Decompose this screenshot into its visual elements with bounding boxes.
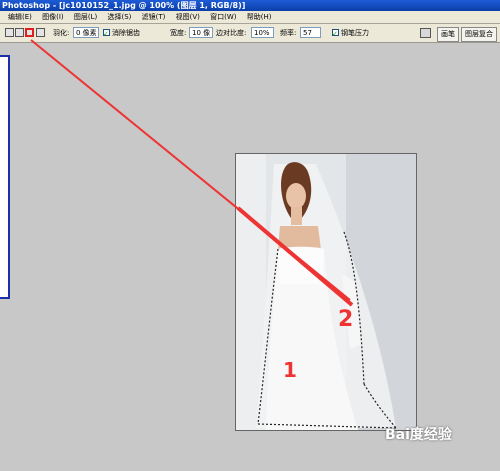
annotation-label-2: 2 bbox=[338, 307, 353, 332]
baidu-watermark: Bai度经验 bbox=[385, 424, 452, 444]
annotation-label-1: 1 bbox=[283, 358, 297, 382]
watermark-text: Bai度经验 bbox=[385, 427, 452, 443]
red-thick-arrow-line bbox=[236, 206, 354, 307]
annotation-overlay: 2 1 bbox=[30, 39, 354, 382]
